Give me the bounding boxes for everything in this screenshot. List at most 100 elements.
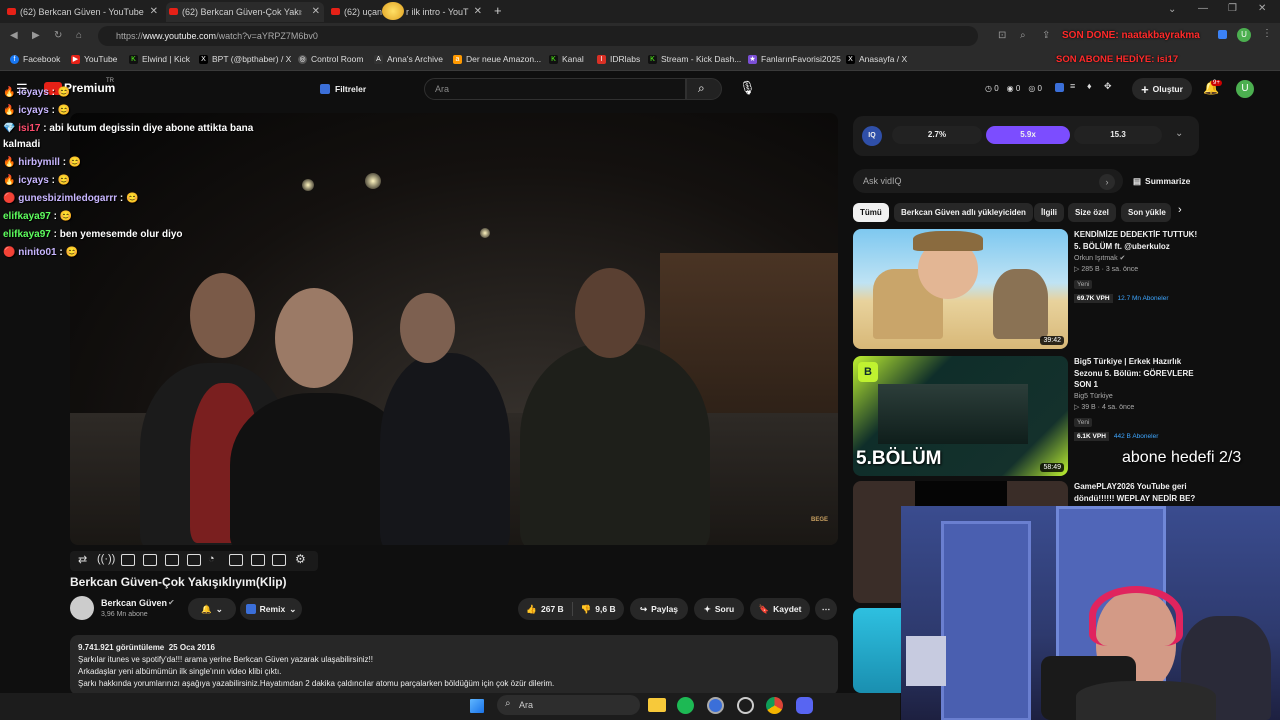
filters-button[interactable]: Filtreler [320, 80, 366, 98]
clapper-icon[interactable] [143, 554, 157, 566]
loop-icon[interactable]: ⇄ [78, 553, 87, 566]
list-icon[interactable]: ≡ [1070, 81, 1075, 91]
save-button[interactable]: 🔖 Kaydet [750, 598, 810, 620]
subscriber-goal-overlay: abone hedefi 2/3 [1122, 449, 1242, 466]
pip-icon[interactable] [165, 554, 179, 566]
extension-icon[interactable] [1218, 30, 1227, 39]
share-button[interactable]: ↪ Paylaş [630, 598, 688, 620]
bookmark-kanal[interactable]: K Kanal [549, 54, 584, 64]
bookmark-youtube[interactable]: ▶ YouTube [71, 54, 117, 64]
bookmark-control-room[interactable]: ◎ Control Room [298, 54, 363, 64]
extension-icon[interactable]: ✥ [1104, 81, 1112, 92]
spotify-icon[interactable] [677, 697, 694, 714]
tab-berkcan-channel[interactable]: (62) Berkcan Güven - YouTube ✕ [4, 2, 162, 22]
chip-related[interactable]: İlgili [1034, 203, 1064, 222]
bookmark-amazon[interactable]: a Der neue Amazon... [453, 54, 541, 64]
like-button[interactable]: 👍 267 B [526, 604, 563, 615]
video-description[interactable]: 9.741.921 görüntüleme 25 Oca 2016 Şarkıl… [70, 635, 838, 695]
channel-name[interactable]: Berkcan Güven [101, 598, 167, 608]
bookmark-anasayfa-x[interactable]: X Anasayfa / X [846, 54, 907, 64]
profile-avatar[interactable]: U [1237, 28, 1251, 42]
recommendation-item[interactable]: 39:42 KENDİMİZE DEDEKTİF TUTTUK! 5. BÖLÜ… [853, 229, 1197, 350]
chrome-icon[interactable] [766, 697, 783, 714]
screenshot-icon[interactable] [121, 554, 135, 566]
menu-icon[interactable]: ⋮ [1262, 28, 1272, 39]
kick-icon: K [129, 54, 138, 64]
home-icon[interactable]: ⌂ [76, 30, 82, 41]
chevron-right-icon[interactable]: › [1178, 204, 1182, 216]
subscription-bell-button[interactable]: 🔔 ⌄ [188, 598, 236, 620]
share-icon[interactable]: ⇪ [1042, 30, 1050, 41]
video-thumbnail[interactable]: 5.BÖLÜM B 58:49 [853, 356, 1068, 476]
tab-berkcan-video[interactable]: (62) Berkcan Güven-Çok Yakışıklı ✕ [166, 2, 324, 22]
bookmark-elwind-kick[interactable]: K Elwind | Kick [129, 54, 190, 64]
close-window-icon[interactable]: ✕ [1258, 3, 1266, 14]
tab-intro[interactable]: (62) uçan r ilk intro - YouT ✕ [328, 2, 486, 22]
maximize-icon[interactable]: ❐ [1228, 3, 1237, 14]
video-thumbnail[interactable]: 39:42 [853, 229, 1068, 349]
close-icon[interactable]: ✕ [150, 6, 158, 17]
vidiq-icon[interactable] [1055, 83, 1064, 92]
reload-icon[interactable]: ↻ [54, 30, 62, 41]
recommendation-title[interactable]: GamePLAY2026 YouTube geri döndü!!!!!! WE… [1074, 481, 1199, 504]
recommendation-title[interactable]: Big5 Türkiye | Erkek Hazırlık Sezonu 5. … [1074, 356, 1199, 391]
chevron-down-icon[interactable]: ⌄ [1168, 4, 1176, 15]
add-icon[interactable] [229, 554, 243, 566]
alert-icon[interactable]: ♦ [1087, 81, 1092, 91]
ask-button[interactable]: ✦ Soru [694, 598, 744, 620]
keyboard-icon[interactable] [272, 554, 286, 566]
microphone-icon[interactable]: 🎙 [739, 80, 756, 96]
back-icon[interactable]: ◀ [10, 30, 18, 41]
speed-option[interactable]: 15.3 [1074, 126, 1162, 144]
vpn-icon[interactable] [707, 697, 724, 714]
close-icon[interactable]: ✕ [474, 6, 482, 17]
streamer-shirt [1076, 681, 1216, 720]
file-explorer-icon[interactable] [648, 698, 666, 712]
windows-start-icon[interactable] [470, 699, 484, 713]
chip-from-uploader[interactable]: Berkcan Güven adlı yükleyiciden [894, 203, 1033, 222]
share-label: Paylaş [651, 604, 679, 614]
dislike-button[interactable]: 👎 9,6 B [581, 604, 616, 615]
install-icon[interactable]: ⊡ [998, 30, 1006, 41]
stream-app-icon[interactable] [737, 697, 754, 714]
close-icon[interactable]: ✕ [312, 6, 320, 17]
new-tab-icon[interactable]: + [494, 3, 502, 18]
video-thumbnail[interactable] [853, 608, 901, 693]
search-input[interactable]: Ara [424, 78, 686, 100]
settings-icon[interactable]: ⚙ [295, 552, 306, 566]
chip-all[interactable]: Tümü [853, 203, 889, 222]
url-field[interactable]: https://www.youtube.com/watch?v=aYRPZ7M6… [98, 26, 978, 46]
ask-vidiq-input[interactable]: Ask vidIQ [853, 169, 1123, 193]
search-button[interactable]: ⌕ [686, 78, 722, 100]
camera-icon[interactable] [251, 554, 265, 566]
more-actions-button[interactable]: ⋯ [815, 598, 837, 620]
zoom-icon[interactable]: ⌕ [1020, 30, 1026, 41]
bookmark-kick-dashboard[interactable]: K Stream - Kick Dash... [648, 54, 741, 64]
bookmark-idrlabs[interactable]: I IDRlabs [597, 54, 640, 64]
bookmark-anna-archive[interactable]: A Anna's Archive [374, 54, 443, 64]
chip-for-you[interactable]: Size özel [1068, 203, 1116, 222]
send-icon[interactable]: › [1099, 174, 1115, 190]
channel-avatar[interactable] [70, 596, 94, 620]
bookmark-bpt[interactable]: X BPT (@bpthaber) / X [199, 54, 291, 64]
chevron-down-icon[interactable]: ⌄ [1175, 128, 1183, 139]
account-avatar[interactable]: U [1236, 80, 1254, 98]
summarize-button[interactable]: ▤ Summarize [1133, 176, 1190, 187]
discord-icon[interactable] [796, 697, 813, 714]
create-button[interactable]: + Oluştur [1132, 78, 1192, 100]
speed-option[interactable]: 2.7% [892, 126, 982, 144]
chat-message: : [51, 105, 55, 116]
speed-option-active[interactable]: 5.9x [986, 126, 1070, 144]
speed-icon[interactable]: ◔ [208, 553, 215, 565]
remix-button[interactable]: Remix ⌄ [240, 598, 302, 620]
forward-icon[interactable]: ▶ [32, 30, 40, 41]
chip-recent[interactable]: Son yükle [1121, 203, 1171, 222]
recommendation-title[interactable]: KENDİMİZE DEDEKTİF TUTTUK! 5. BÖLÜM ft. … [1074, 229, 1199, 252]
bookmark-facebook[interactable]: f Facebook [10, 54, 60, 64]
bookmark-fanlarin-favorisi[interactable]: ★ FanlarınFavorisi2025 [748, 54, 841, 64]
video-player[interactable]: BEGE [70, 113, 838, 545]
taskbar-search[interactable]: Ara [497, 695, 640, 715]
minimize-icon[interactable]: — [1198, 3, 1208, 14]
audio-icon[interactable]: ((·)) [97, 553, 115, 565]
cinema-icon[interactable] [187, 554, 201, 566]
